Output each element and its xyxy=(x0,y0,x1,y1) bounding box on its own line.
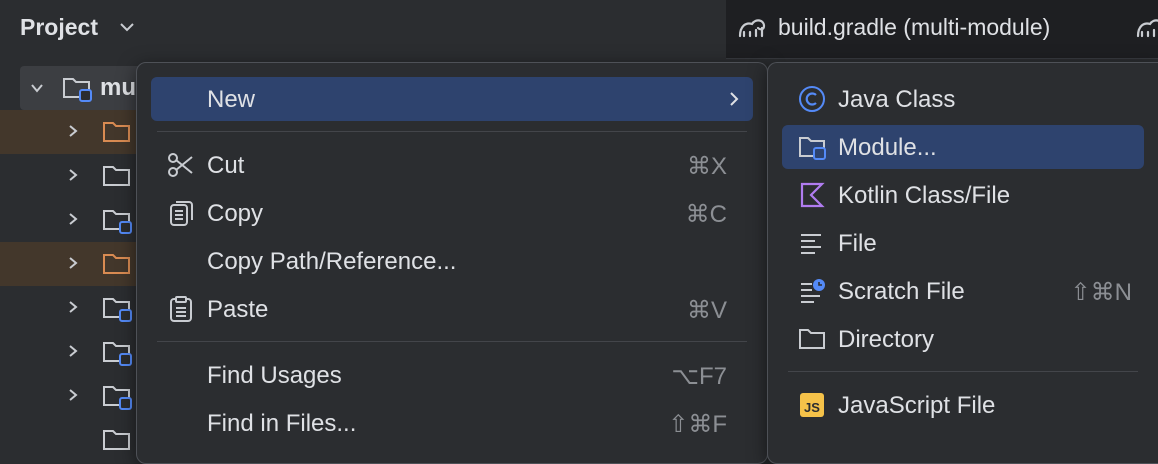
chevron-right-icon xyxy=(730,92,739,106)
context-menu: New Cut ⌘X Copy ⌘C Copy Path/Reference..… xyxy=(136,62,768,464)
menu-item-copy-path[interactable]: Copy Path/Reference... xyxy=(151,239,753,283)
module-icon xyxy=(799,137,826,160)
clipboard-icon xyxy=(170,296,192,322)
menu-item-shortcut: ⌘C xyxy=(685,201,727,228)
submenu-item-directory[interactable]: Directory xyxy=(782,317,1144,361)
menu-item-shortcut: ⌘V xyxy=(686,297,727,324)
chevron-right-icon[interactable] xyxy=(66,212,80,226)
gradle-icon[interactable] xyxy=(1134,14,1158,42)
menu-item-shortcut: ⇧⌘N xyxy=(1070,279,1132,306)
menu-item-label: Directory xyxy=(838,326,935,353)
menu-item-shortcut: ⇧⌘F xyxy=(668,411,727,438)
scissors-icon xyxy=(168,153,193,177)
menu-item-label: Java Class xyxy=(838,86,956,113)
menu-item-find-usages[interactable]: Find Usages ⌥F7 xyxy=(151,353,753,397)
menu-separator xyxy=(157,131,747,132)
scratch-file-icon xyxy=(801,279,825,303)
folder-icon xyxy=(103,122,130,142)
java-class-icon xyxy=(799,86,825,112)
menu-item-new[interactable]: New xyxy=(151,77,753,121)
menu-item-label: Scratch File xyxy=(838,278,965,305)
menu-item-copy[interactable]: Copy ⌘C xyxy=(151,191,753,235)
kotlin-icon xyxy=(800,182,825,208)
menu-item-label: Module... xyxy=(838,134,937,161)
module-folder-icon xyxy=(63,78,92,102)
submenu-item-file[interactable]: File xyxy=(782,221,1144,265)
chevron-right-icon[interactable] xyxy=(66,124,80,138)
project-panel-header xyxy=(0,0,726,58)
menu-item-label: Cut xyxy=(207,152,245,179)
menu-item-label: File xyxy=(838,230,877,257)
tree-root-label: mu xyxy=(100,74,136,101)
gradle-icon xyxy=(738,19,766,38)
menu-separator xyxy=(788,371,1138,372)
submenu-item-java-class[interactable]: Java Class xyxy=(782,77,1144,121)
menu-separator xyxy=(157,341,747,342)
new-submenu: Java Class Module... Kotlin Class/File F… xyxy=(767,62,1158,464)
menu-item-cut[interactable]: Cut ⌘X xyxy=(151,143,753,187)
menu-item-label: Copy Path/Reference... xyxy=(207,248,457,275)
folder-icon xyxy=(103,254,130,274)
submenu-item-scratch-file[interactable]: Scratch File ⇧⌘N xyxy=(782,269,1144,313)
chevron-down-icon[interactable] xyxy=(118,18,136,36)
chevron-right-icon[interactable] xyxy=(66,300,80,314)
chevron-right-icon[interactable] xyxy=(66,168,80,182)
editor-tab-build-gradle[interactable]: build.gradle (multi-module) xyxy=(778,14,1050,41)
submenu-item-javascript[interactable]: JS JavaScript File xyxy=(782,383,1144,427)
copy-icon xyxy=(170,201,193,226)
svg-text:JS: JS xyxy=(804,400,820,415)
module-folder-icon xyxy=(103,210,132,234)
menu-item-shortcut: ⌥F7 xyxy=(671,363,727,390)
javascript-icon: JS xyxy=(800,393,824,417)
menu-item-label: Find in Files... xyxy=(207,410,357,437)
module-folder-icon xyxy=(103,386,132,410)
chevron-down-icon[interactable] xyxy=(30,81,44,95)
chevron-right-icon[interactable] xyxy=(66,388,80,402)
folder-icon xyxy=(103,166,130,186)
module-folder-icon xyxy=(103,430,130,450)
chevron-right-icon[interactable] xyxy=(66,256,80,270)
submenu-item-kotlin[interactable]: Kotlin Class/File xyxy=(782,173,1144,217)
menu-item-label: Find Usages xyxy=(207,362,342,389)
menu-item-label: JavaScript File xyxy=(838,392,996,419)
module-folder-icon xyxy=(103,298,132,322)
project-title[interactable]: Project xyxy=(20,14,98,41)
menu-item-shortcut: ⌘X xyxy=(686,153,727,180)
folder-icon xyxy=(799,329,825,349)
menu-item-label: Copy xyxy=(207,200,264,227)
menu-item-find-in-files[interactable]: Find in Files... ⇧⌘F xyxy=(151,401,753,445)
menu-item-label: Paste xyxy=(207,296,269,323)
submenu-item-module[interactable]: Module... xyxy=(782,125,1144,169)
menu-item-paste[interactable]: Paste ⌘V xyxy=(151,287,753,331)
file-text-icon xyxy=(801,234,821,254)
module-folder-icon xyxy=(103,342,132,366)
chevron-right-icon[interactable] xyxy=(66,344,80,358)
menu-item-label: New xyxy=(207,86,256,113)
menu-item-label: Kotlin Class/File xyxy=(838,182,1011,209)
